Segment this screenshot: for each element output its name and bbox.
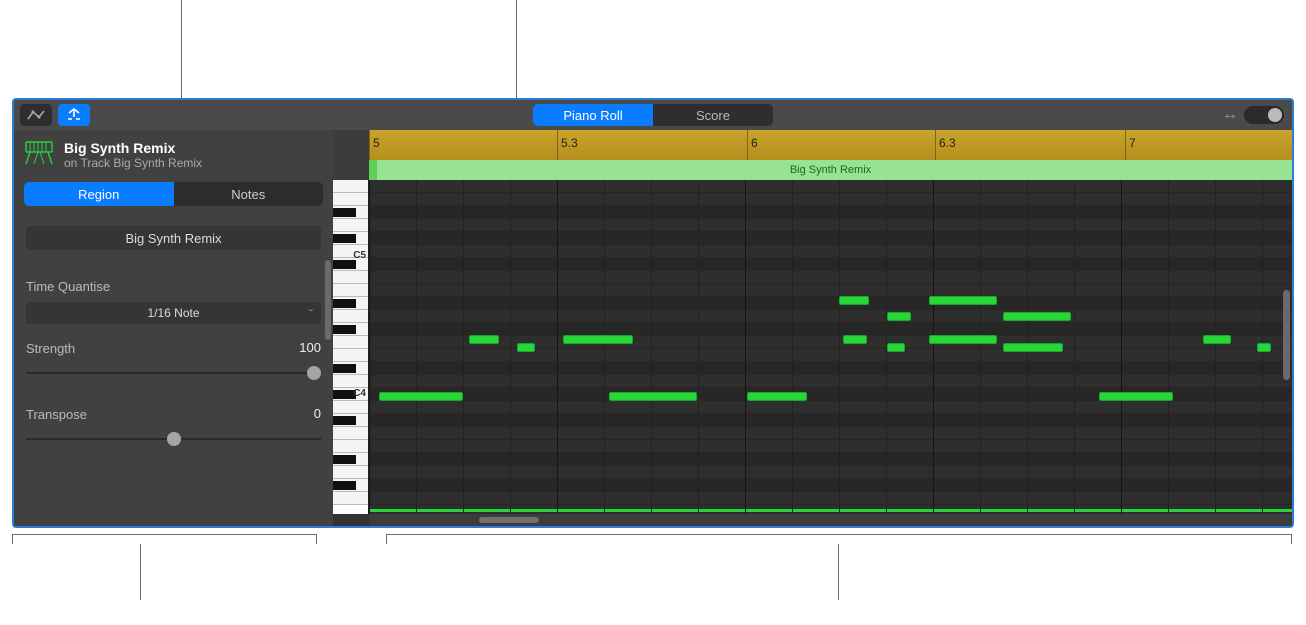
inspector-mode-switch: Region Notes <box>24 182 323 206</box>
tab-score[interactable]: Score <box>653 104 773 126</box>
callout-line <box>516 0 517 98</box>
transpose-value: 0 <box>314 406 321 421</box>
view-switch: Piano Roll Score <box>533 104 773 126</box>
track-name: Big Synth Remix <box>64 140 202 156</box>
region-name-field[interactable]: Big Synth Remix <box>26 226 321 250</box>
inspector-scrollbar[interactable] <box>325 260 331 340</box>
seg-notes[interactable]: Notes <box>174 182 324 206</box>
catch-playhead-button[interactable] <box>58 104 90 126</box>
midi-note[interactable] <box>1003 312 1071 321</box>
seg-region[interactable]: Region <box>24 182 174 206</box>
time-quantise-label: Time Quantise <box>26 279 110 294</box>
key-label-c5: C5 <box>353 250 366 261</box>
midi-note[interactable] <box>1099 392 1173 401</box>
auto-zoom-switch[interactable] <box>1244 106 1284 124</box>
midi-note[interactable] <box>1203 335 1231 344</box>
transpose-slider[interactable] <box>26 432 321 446</box>
strength-label: Strength <box>26 341 75 356</box>
midi-note[interactable] <box>379 392 463 401</box>
controller-lane <box>369 509 1292 512</box>
midi-note[interactable] <box>929 296 997 305</box>
callout-bracket <box>386 534 1292 544</box>
vertical-scrollbar[interactable] <box>1283 290 1290 380</box>
piano-keyboard[interactable]: C5 C4 <box>333 180 369 514</box>
ruler-tick: 6 <box>751 136 758 150</box>
midi-note[interactable] <box>887 343 905 352</box>
strength-value: 100 <box>299 340 321 355</box>
strength-slider[interactable] <box>26 366 321 380</box>
ruler-tick: 5.3 <box>561 136 578 150</box>
region-header[interactable]: Big Synth Remix <box>369 160 1292 180</box>
midi-note[interactable] <box>843 335 867 344</box>
region-header-label: Big Synth Remix <box>790 164 871 176</box>
track-subtitle: on Track Big Synth Remix <box>64 156 202 170</box>
midi-note[interactable] <box>563 335 633 344</box>
midi-note[interactable] <box>839 296 869 305</box>
midi-note[interactable] <box>747 392 807 401</box>
catch-playhead-icon <box>65 108 83 122</box>
callout-line <box>838 544 839 600</box>
callout-bracket <box>12 534 317 544</box>
timeline-ruler[interactable]: 5 5.3 6 6.3 7 <box>369 130 1292 160</box>
midi-note[interactable] <box>929 335 997 344</box>
track-instrument-icon <box>24 140 54 170</box>
ruler-tick: 5 <box>373 136 380 150</box>
inspector-panel: Big Synth Remix on Track Big Synth Remix… <box>14 130 333 526</box>
key-label-c4: C4 <box>353 388 366 399</box>
ruler-tick: 7 <box>1129 136 1136 150</box>
editor-top-bar: Piano Roll Score ↔ <box>14 100 1292 130</box>
callout-line <box>181 0 182 98</box>
note-grid[interactable] <box>369 180 1292 514</box>
automation-icon <box>27 109 45 121</box>
midi-note[interactable] <box>1003 343 1063 352</box>
transpose-label: Transpose <box>26 407 87 422</box>
ruler-tick: 6.3 <box>939 136 956 150</box>
automation-mode-button[interactable] <box>20 104 52 126</box>
midi-note[interactable] <box>517 343 535 352</box>
midi-note[interactable] <box>1257 343 1271 352</box>
callout-line <box>140 544 141 600</box>
horizontal-scrollbar[interactable] <box>479 517 539 523</box>
piano-roll-area: 5 5.3 6 6.3 7 Big Synth Remix C5C <box>333 130 1292 526</box>
midi-note[interactable] <box>609 392 697 401</box>
midi-note[interactable] <box>887 312 911 321</box>
tab-piano-roll[interactable]: Piano Roll <box>533 104 653 126</box>
horizontal-zoom-icon: ↔ <box>1222 106 1238 124</box>
time-quantise-select[interactable]: 1/16 Note <box>26 302 321 324</box>
midi-note[interactable] <box>469 335 499 344</box>
piano-roll-editor-window: Piano Roll Score ↔ <box>12 98 1294 528</box>
horizontal-scrollbar-track <box>369 514 1292 526</box>
